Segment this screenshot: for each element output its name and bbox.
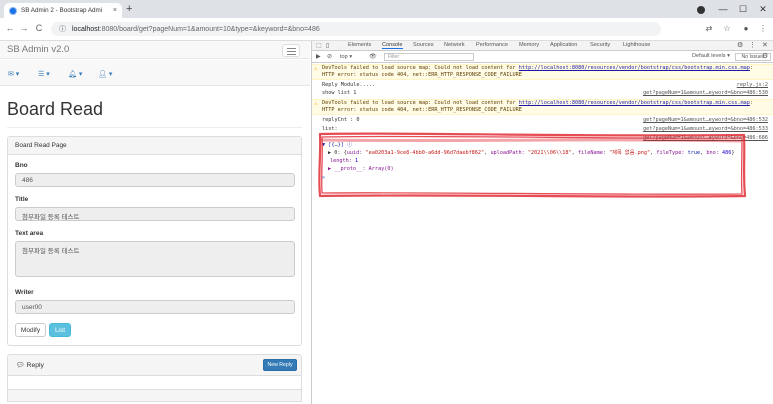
envelope-icon[interactable]: ✉ ▾ (8, 70, 19, 78)
globe-icon (9, 6, 17, 15)
bno-label: Bno (15, 162, 28, 169)
divider (7, 127, 302, 128)
profile-icon[interactable]: ● (740, 23, 752, 35)
context-select[interactable]: top ▾ (340, 54, 352, 60)
tab-close-button[interactable]: × (113, 7, 117, 14)
url-host: localhost (72, 25, 100, 33)
writer-label: Writer (15, 289, 34, 296)
source-map-link[interactable]: http://localhost:8080/resources/vendor/b… (519, 65, 750, 71)
url-bar[interactable]: ⓘ localhost :8080/board/get?pageNum=1&am… (51, 22, 661, 36)
console-source-link[interactable]: get?pageNum=1&amount…eyword=&bno=486:532 (643, 117, 768, 124)
tasks-icon[interactable]: ☰ ▾ (38, 70, 50, 78)
writer-field[interactable]: user00 (15, 300, 295, 314)
warning-icon: ⚠ (314, 101, 318, 107)
new-tab-button[interactable]: + (126, 3, 132, 15)
tab-title: SB Admin 2 - Bootstrap Admi (21, 7, 103, 14)
title-field[interactable]: 첨부파일 등록 테스트 (15, 207, 295, 221)
sidebar-toggle-icon[interactable]: ▶ (316, 53, 321, 60)
bno-field[interactable]: 486 (15, 173, 295, 187)
tab-network[interactable]: Network (444, 42, 465, 48)
console-log: Reply Module..... reply.js:2 (322, 82, 768, 89)
close-window-button[interactable]: ✕ (753, 2, 773, 16)
reply-label: Reply (26, 362, 44, 369)
menu-kebab-icon[interactable]: ⋮ (757, 23, 769, 35)
comments-icon: 💬︎ (16, 362, 25, 369)
tab-console[interactable]: Console (382, 42, 403, 49)
translate-icon[interactable]: ⇄ (703, 23, 715, 35)
red-annotation-box (318, 132, 747, 198)
more-options-icon[interactable]: ⋮ (749, 41, 756, 49)
console-log: replyCnt : 0 get?pageNum=1&amount…eyword… (322, 117, 768, 124)
browser-tab[interactable]: SB Admin 2 - Bootstrap Admi × (4, 3, 122, 18)
info-icon[interactable]: ⓘ (59, 24, 66, 34)
device-toolbar-icon[interactable]: ▯ (326, 42, 329, 49)
reload-button[interactable]: C (33, 22, 45, 35)
new-reply-button[interactable]: New Reply (263, 359, 297, 371)
modify-button[interactable]: Modify (15, 323, 46, 337)
board-read-panel: Board Read Page Bno 486 Title 첨부파일 등록 테스… (7, 136, 302, 346)
console-filter-input[interactable]: Filter (384, 53, 474, 61)
tab-memory[interactable]: Memory (519, 42, 539, 48)
console-log: show list 1 get?pageNum=1&amount…eyword=… (322, 90, 768, 97)
page-title: Board Read (7, 99, 104, 119)
clear-console-icon[interactable]: ⊘ (327, 53, 332, 60)
close-devtools-icon[interactable]: ✕ (762, 41, 768, 49)
panel-heading: Board Read Page (8, 137, 301, 155)
tab-security[interactable]: Security (590, 42, 610, 48)
url-path: :8080/board/get?pageNum=1&amount=10&type… (99, 25, 320, 33)
bookmark-star-icon[interactable]: ☆ (721, 23, 733, 35)
tab-lighthouse[interactable]: Lighthouse (623, 42, 650, 48)
settings-gear-icon[interactable]: ⚙ (737, 41, 743, 49)
warning-icon: ⚠ (314, 66, 318, 72)
list-button[interactable]: List (49, 323, 71, 337)
brand-link[interactable]: SB Admin v2.0 (7, 44, 69, 55)
log-levels-dropdown[interactable]: Default levels ▾ (692, 53, 730, 59)
content-textarea[interactable]: 첨부파일 등록 테스트 (15, 241, 295, 277)
tab-sources[interactable]: Sources (413, 42, 434, 48)
tab-application[interactable]: Application (550, 42, 577, 48)
user-icon[interactable]: 👤︎ ▾ (98, 70, 112, 78)
reply-panel-heading: 💬︎ Reply New Reply (7, 354, 302, 376)
minimize-button[interactable]: — (713, 2, 733, 16)
title-label: Title (15, 196, 29, 203)
web-page: SB Admin v2.0 ✉ ▾ ☰ ▾ 🔔︎ ▾ 👤︎ ▾ Board Re… (0, 41, 310, 404)
inspect-element-icon[interactable]: ⬚ (316, 42, 322, 49)
console-warning: ⚠ DevTools failed to load source map: Co… (312, 99, 773, 115)
reply-panel-footer (8, 389, 301, 401)
tab-elements[interactable]: Elements (348, 42, 371, 48)
forward-button[interactable]: → (18, 22, 30, 35)
devtools-panel: ⬚ ▯ Elements Console Sources Network Per… (311, 41, 773, 404)
extension-icon[interactable] (697, 6, 705, 14)
console-settings-icon[interactable]: ⚙ (762, 52, 768, 60)
console-source-link[interactable]: get?pageNum=1&amount…eyword=&bno=486:530 (643, 90, 768, 97)
maximize-button[interactable]: ☐ (733, 2, 753, 16)
source-map-link[interactable]: http://localhost:8080/resources/vendor/b… (519, 100, 750, 106)
console-warning: ⚠ DevTools failed to load source map: Co… (312, 64, 773, 80)
text-area-label: Text area (15, 230, 44, 237)
console-source-link[interactable]: reply.js:2 (737, 82, 768, 89)
tab-performance[interactable]: Performance (476, 42, 508, 48)
eye-icon[interactable]: 👁︎ (369, 53, 377, 60)
back-button[interactable]: ← (4, 22, 16, 35)
bell-icon[interactable]: 🔔︎ ▾ (68, 70, 82, 78)
navbar-toggle-button[interactable] (282, 44, 300, 57)
